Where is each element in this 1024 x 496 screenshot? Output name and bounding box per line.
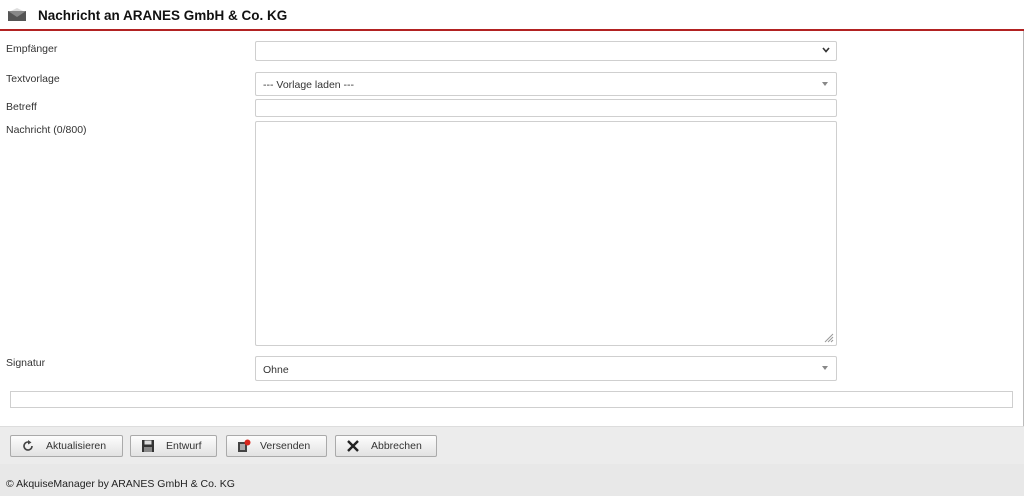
template-label: Textvorlage <box>6 73 60 85</box>
template-select[interactable]: --- Vorlage laden --- <box>255 72 837 96</box>
signature-value: Ohne <box>263 364 289 376</box>
recipient-label: Empfänger <box>6 43 58 55</box>
subject-input[interactable] <box>255 99 837 117</box>
refresh-button-label: Aktualisieren <box>46 440 107 452</box>
cancel-button-label: Abbrechen <box>371 440 422 452</box>
chevron-down-icon <box>822 47 830 53</box>
subject-label: Betreff <box>6 101 37 113</box>
recipient-select[interactable] <box>255 41 837 61</box>
footer-text: © AkquiseManager by ARANES GmbH & Co. KG <box>6 478 235 490</box>
floppy-disk-icon <box>142 440 154 452</box>
footer: © AkquiseManager by ARANES GmbH & Co. KG <box>0 472 1024 496</box>
message-label: Nachricht (0/800) <box>6 124 87 136</box>
refresh-icon <box>23 440 33 451</box>
send-button[interactable]: Versenden <box>226 435 327 457</box>
refresh-button[interactable]: Aktualisieren <box>10 435 123 457</box>
template-value: --- Vorlage laden --- <box>263 79 355 91</box>
message-textarea[interactable] <box>255 121 837 346</box>
cancel-button[interactable]: Abbrechen <box>335 435 437 457</box>
draft-button[interactable]: Entwurf <box>130 435 217 457</box>
send-button-label: Versenden <box>260 440 311 452</box>
send-icon <box>238 439 251 452</box>
action-toolbar: Aktualisieren Entwurf Versenden Abbreche… <box>0 426 1024 464</box>
resize-grip-icon[interactable] <box>824 333 834 343</box>
message-window: Nachricht an ARANES GmbH & Co. KG Empfän… <box>0 0 1024 464</box>
status-bar <box>10 391 1013 408</box>
caret-down-icon <box>822 366 828 370</box>
signature-select[interactable]: Ohne <box>255 356 837 381</box>
close-icon <box>347 440 359 452</box>
envelope-icon <box>8 8 26 21</box>
draft-button-label: Entwurf <box>166 440 202 452</box>
title-bar: Nachricht an ARANES GmbH & Co. KG <box>0 0 1024 31</box>
signature-label: Signatur <box>6 357 46 369</box>
caret-down-icon <box>822 82 828 86</box>
window-title: Nachricht an ARANES GmbH & Co. KG <box>38 8 288 23</box>
